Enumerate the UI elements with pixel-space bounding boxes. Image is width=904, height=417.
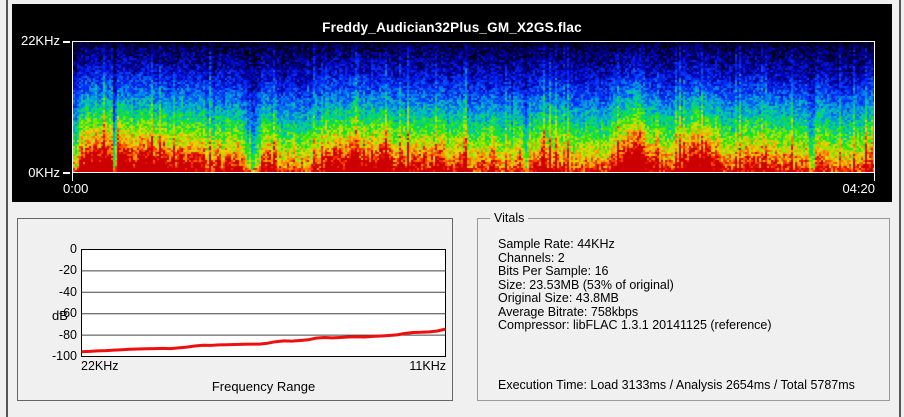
vitals-groupbox: Vitals Sample Rate: 44KHz Channels: 2 Bi… [477,218,890,401]
file-title: Freddy_Audician32Plus_GM_X2GS.flac [12,20,892,35]
time-label-start: 0:00 [63,181,88,196]
freq-tick-bottom [63,172,70,174]
freq-tick-top [63,41,70,43]
vitals-lines: Sample Rate: 44KHz Channels: 2 Bits Per … [498,238,772,333]
freq-axis-label-top: 22KHz [12,34,60,48]
freq-axis-label-bottom: 0KHz [12,166,60,180]
window-border-left [6,0,8,417]
y-tick-label: -40 [33,285,77,299]
x-tick-label-start: 22KHz [81,359,119,373]
execution-time: Execution Time: Load 3133ms / Analysis 2… [498,378,855,392]
x-axis-title: Frequency Range [81,379,446,394]
analysis-window: Freddy_Audician32Plus_GM_X2GS.flac 22KHz… [0,0,904,417]
y-tick-label: -60 [33,306,77,320]
y-tick-label: 0 [33,242,77,256]
time-tick-start [72,173,73,181]
db-line-chart [81,249,446,357]
spectrogram-plot-frame [72,41,875,173]
x-tick-label-end: 11KHz [346,359,446,373]
time-tick-end [874,173,875,181]
y-tick-label: -100 [33,349,77,363]
spectrogram-panel: Freddy_Audician32Plus_GM_X2GS.flac 22KHz… [12,4,892,202]
time-label-end: 04:20 [802,181,875,196]
window-border-right [899,0,901,417]
frequency-range-chart-panel: dB 0-20-40-60-80-100 22KHz 11KHz Frequen… [17,218,453,401]
y-tick-label: -20 [33,263,77,277]
spectrogram-image [73,42,874,172]
vitals-legend: Vitals [490,211,528,226]
y-tick-label: -80 [33,328,77,342]
